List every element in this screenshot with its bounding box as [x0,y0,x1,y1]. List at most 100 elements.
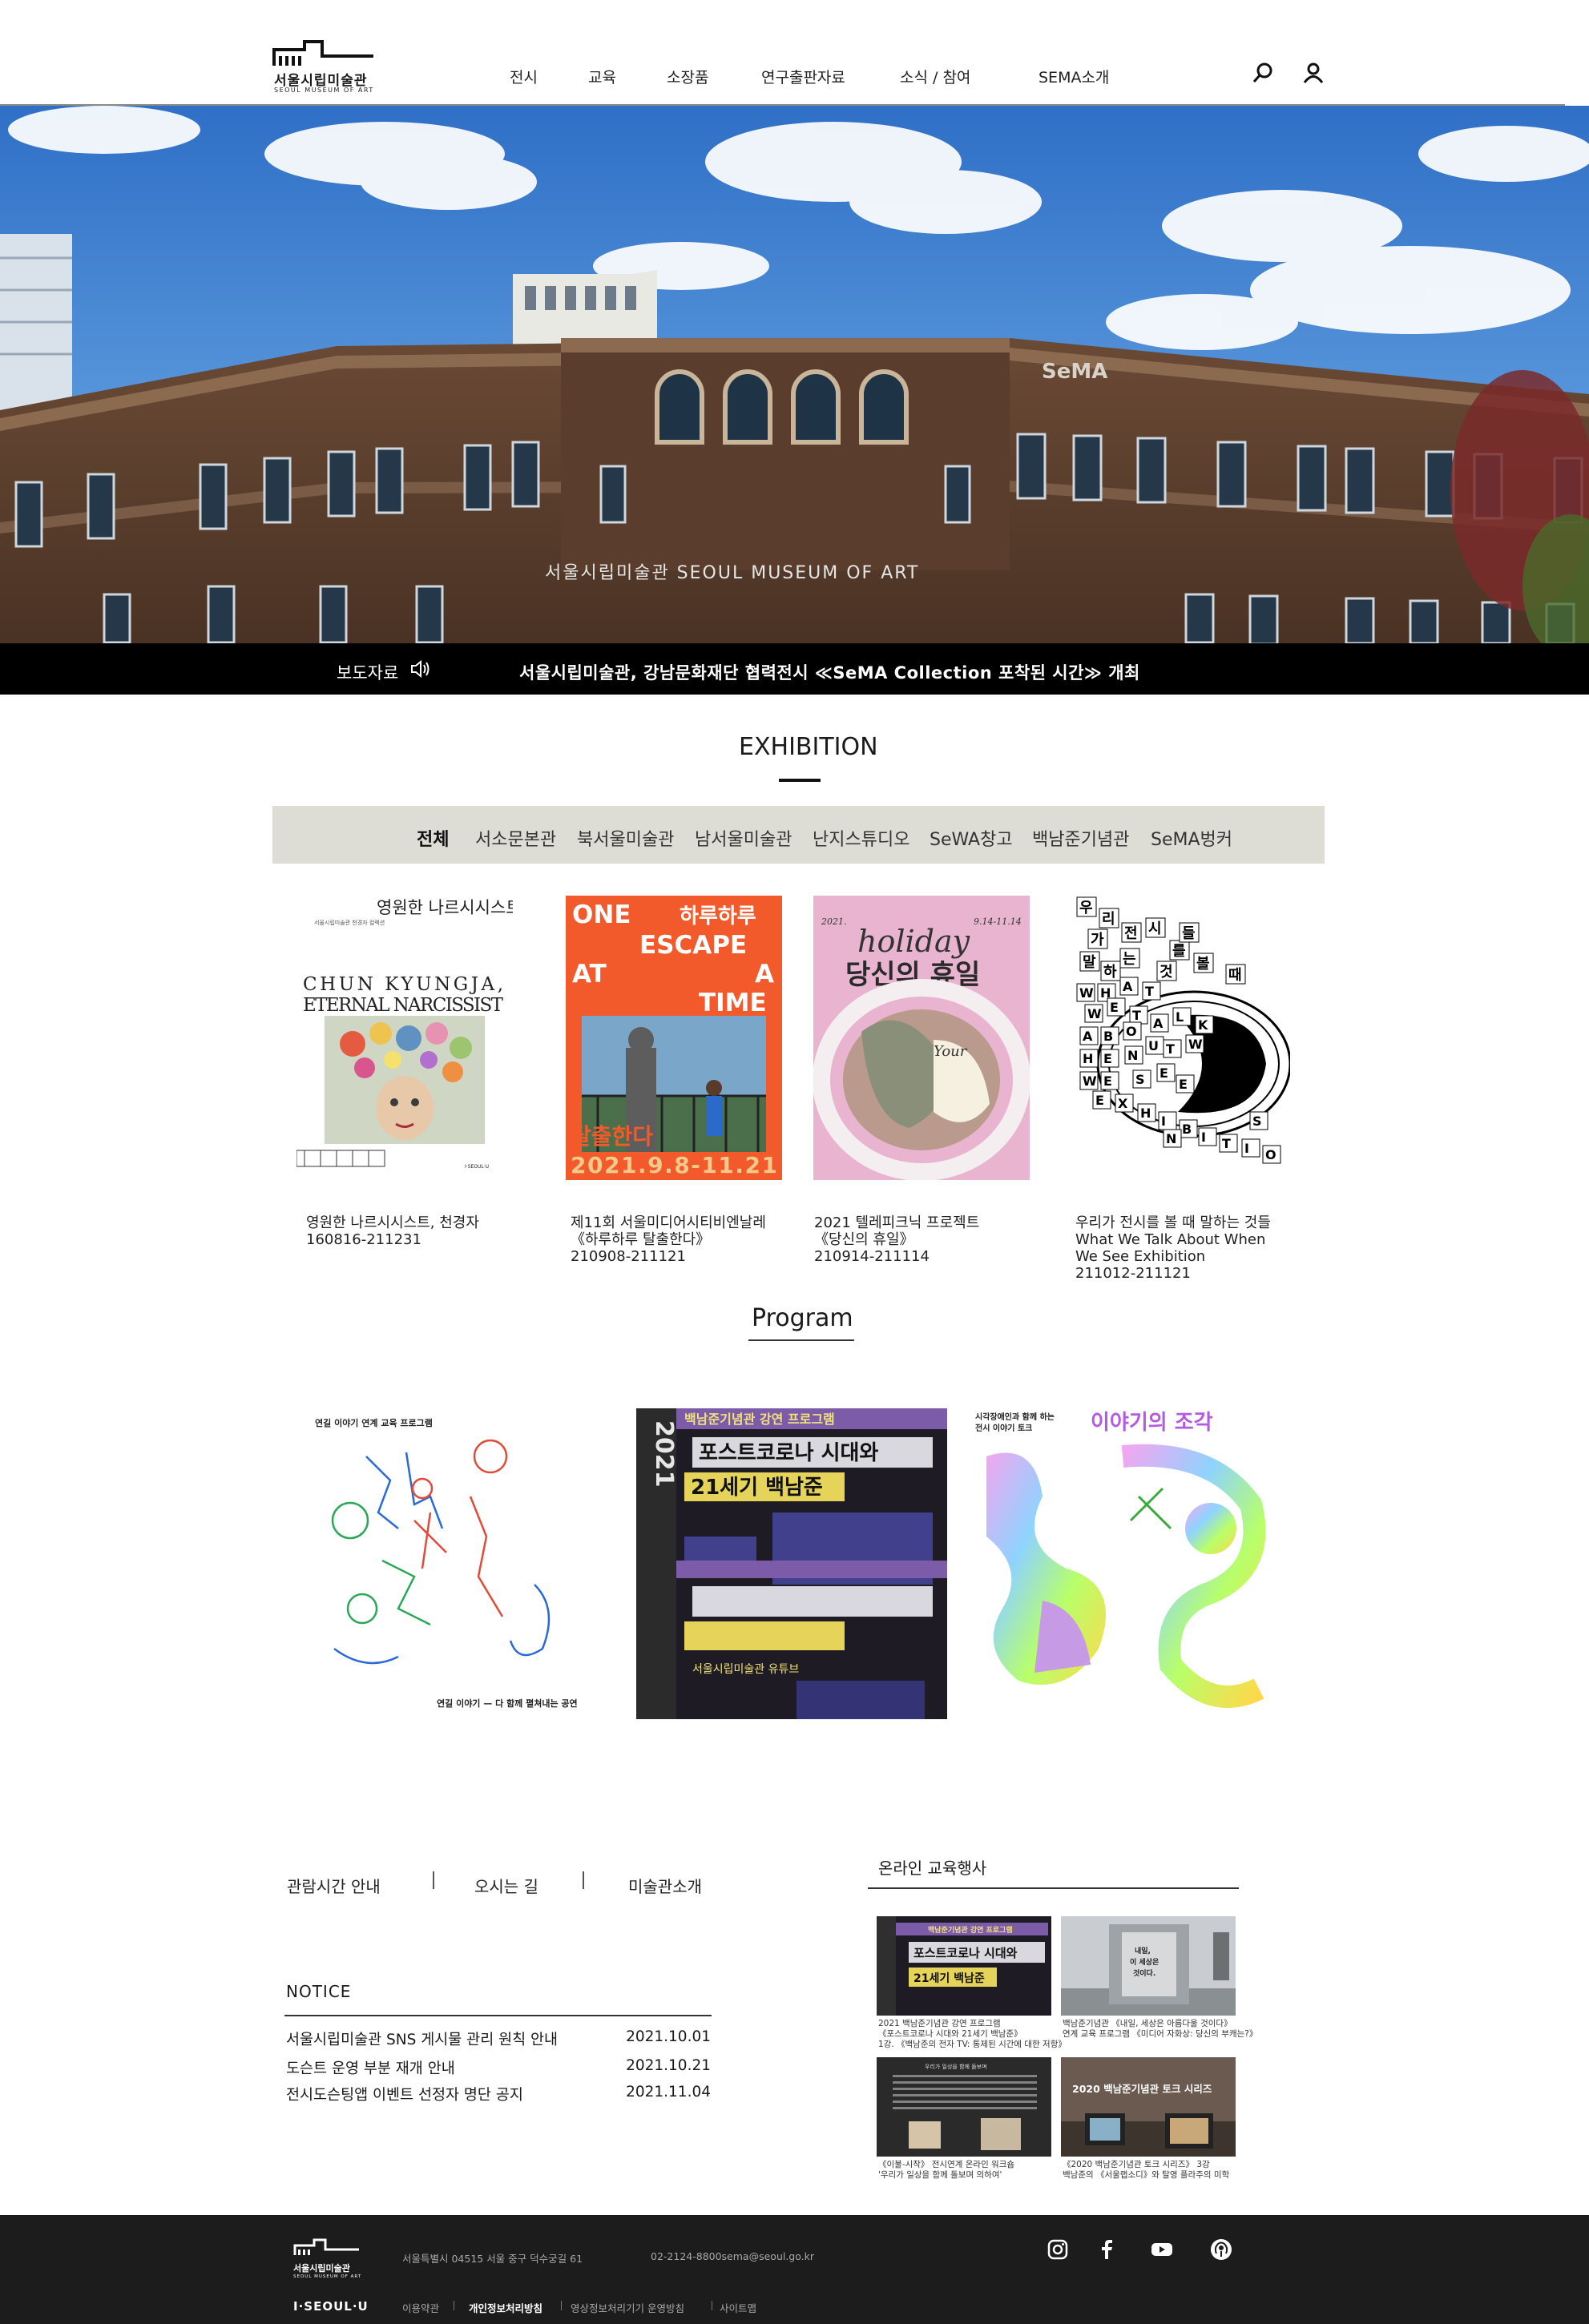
caption-line: 《당신의 휴일》 [814,1231,914,1248]
exhibition-caption-3[interactable]: 2021 텔레피크닉 프로젝트 《당신의 휴일》 210914-211114 [814,1214,979,1265]
notice-item-title: 전시도슨팅앱 이벤트 선정자 명단 공지 [286,2087,523,2104]
notice-item[interactable]: 도슨트 운영 부분 재개 안내 2021.10.21 [286,2057,711,2078]
online-event-caption-1[interactable]: 2021 백남준기념관 강연 프로그램 《포스트코로나 시대와 21세기 백남준… [878,2019,1067,2050]
tab-sewa[interactable]: SeWA창고 [930,825,1013,851]
press-headline[interactable]: 서울시립미술관, 강남문화재단 협력전시 ≪SeMA Collection 포착… [519,660,1140,684]
thumb-caption-line: 1강. 《백남준의 전자 TV: 통제된 시간에 대한 저항》 [878,2040,1067,2049]
exhibition-poster-what-we-talk[interactable]: 우리가전시를볼때말하는것들WHATWETALKABOUTWHENWESEEEXH… [1074,896,1290,1180]
poster-letter-ko: 우 [1079,900,1093,916]
nav-about[interactable]: SEMA소개 [1038,66,1109,87]
nav-research[interactable]: 연구출판자료 [761,66,845,87]
online-event-thumb-2[interactable]: 내일, 이 세상은 것이다. [1061,1916,1236,2016]
thumb-text: 21세기 백남준 [913,1972,985,1985]
youtube-icon[interactable] [1150,2237,1174,2262]
tab-all[interactable]: 전체 [417,825,449,851]
museum-intro-link[interactable]: 미술관소개 [628,1874,702,1897]
poster-letter-en: U [1148,1038,1159,1053]
poster-word-haruharu: 하루하루 [680,904,756,928]
tab-seosomun[interactable]: 서소문본관 [475,825,556,851]
poster-letter-ko: 를 [1172,943,1186,960]
poster-title-en-1: CHUN KYUNGJA, [303,974,503,995]
thumb-text: 것이다. [1133,1968,1155,1978]
nav-collection[interactable]: 소장품 [667,66,708,87]
program-card-yanji-story[interactable]: 연길 이야기 연계 교육 프로그램 연길 이야기 — 다 함께 펼쳐내는 공연 [302,1408,613,1719]
tab-bunker[interactable]: SeMA벙커 [1151,825,1232,851]
online-event-thumb-4[interactable]: 2020 백남준기념관 토크 시리즈 [1061,2057,1236,2157]
poster-letter-en: T [1166,1041,1175,1057]
program-card-sub: 서울시립미술관 유튜브 [692,1663,799,1676]
poster-letter-en: E [1103,1073,1112,1089]
poster-letter-ko: 때 [1228,967,1242,984]
program-card-top1: 시각장애인과 함께 하는 [975,1412,1055,1422]
poster-letter-en: A [1153,1016,1164,1031]
poster-letter-en: T [1132,1008,1141,1023]
tab-buk-seoul[interactable]: 북서울미술관 [577,825,674,851]
poster-letter-en: K [1198,1017,1208,1033]
exhibition-caption-2[interactable]: 제11회 서울미디어시티비엔날레 《하루하루 탈출한다》 210908-2111… [571,1214,766,1265]
exhibition-poster-one-escape[interactable]: ONE 하루하루 ESCAPE AT A TIME 탈출한다 2021.9.8-… [566,896,782,1180]
program-card-story-pieces[interactable]: 시각장애인과 함께 하는 전시 이야기 토크 이야기의 조각 [970,1408,1281,1719]
online-event-caption-2[interactable]: 백남준기념관 《내일, 세상은 아름다울 것이다》 연계 교육 프로그램 《미디… [1063,2019,1257,2040]
thumb-caption-line: 백남준기념관 《내일, 세상은 아름다울 것이다》 [1063,2019,1232,2028]
exhibition-caption-1[interactable]: 영원한 나르시시스트, 천경자 160816-211231 [306,1214,479,1248]
tab-paik[interactable]: 백남준기념관 [1032,825,1129,851]
poster-title-ko: 영원한 나르시시스트, 천경자 [377,898,513,917]
poster-word-one: ONE [572,900,631,929]
footer-link-privacy[interactable]: 개인정보처리방침 [469,2300,542,2315]
podcast-icon[interactable] [1209,2237,1233,2262]
footer-link-cctv[interactable]: 영상정보처리기기 운영방침 [571,2300,684,2315]
online-event-thumb-3[interactable]: 우리가 일상을 함께 돌보며 [877,2057,1051,2157]
visiting-hours-link[interactable]: 관람시간 안내 [287,1874,381,1897]
venue-tab-bar: 전체 서소문본관 북서울미술관 남서울미술관 난지스튜디오 SeWA창고 백남준… [272,806,1325,864]
caption-line: 210908-211121 [571,1248,686,1265]
facebook-icon[interactable] [1095,2237,1119,2262]
quick-link-separator [433,1871,434,1889]
poster-letter-en: T [1222,1136,1231,1151]
poster-letter-en: O [1126,1024,1137,1039]
thumb-caption-line: 《이불-시작》 전시연계 온라인 워크숍 [878,2160,1015,2169]
thumb-text: 우리가 일상을 함께 돌보며 [925,2063,987,2070]
iseoul-logo: I·SEOUL·U [293,2299,369,2314]
site-logo[interactable]: 서울시립미술관 SEOUL MUSEUM OF ART [272,35,377,95]
thumb-text: 이 세상은 [1130,1957,1159,1967]
notice-item-date: 2021.10.21 [626,2057,711,2074]
footer-logo[interactable]: 서울시립미술관 SEOUL MUSEUM OF ART [293,2236,361,2279]
poster-letter-en: A [1083,1029,1093,1044]
logo-english: SEOUL MUSEUM OF ART [274,87,374,94]
exhibition-poster-your-holiday[interactable]: 2021. 9.14-11.14 holiday 당신의 휴일 Your [813,896,1030,1180]
exhibition-poster-chun-kyungja[interactable]: 서울시립미술관 천경자 컬렉션 영원한 나르시시스트, 천경자 CHUN KYU… [296,896,513,1180]
notice-item[interactable]: 서울시립미술관 SNS 게시물 관리 원칙 안내 2021.10.01 [286,2028,711,2049]
footer-separator [561,2301,562,2310]
poster-letter-ko: 전 [1124,925,1138,942]
press-release-bar[interactable]: 보도자료 서울시립미술관, 강남문화재단 협력전시 ≪SeMA Collecti… [0,643,1589,695]
directions-link[interactable]: 오시는 길 [474,1874,538,1897]
caption-line: 210914-211114 [814,1248,930,1265]
nav-education[interactable]: 교육 [588,66,616,87]
poster-letter-en: I [1161,1114,1166,1129]
poster-letter-en: B [1103,1029,1113,1044]
poster-letter-en: L [1176,1009,1184,1025]
footer-link-terms[interactable]: 이용약관 [402,2300,439,2315]
caption-line: What We Talk About When [1075,1231,1266,1248]
poster-word-at: AT [572,960,607,989]
program-card-post-corona[interactable]: 2021 백남준기념관 강연 프로그램 포스트코로나 시대와 21세기 백남준 … [636,1408,947,1719]
footer-link-sitemap[interactable]: 사이트맵 [720,2300,756,2315]
online-event-thumb-1[interactable]: 백남준기념관 강연 프로그램 포스트코로나 시대와 21세기 백남준 [877,1916,1051,2016]
search-icon[interactable] [1252,61,1276,85]
poster-letter-en: W [1188,1037,1203,1052]
poster-letter-ko: 하 [1103,964,1117,981]
instagram-icon[interactable] [1046,2237,1070,2262]
poster-letter-ko: 는 [1123,951,1136,968]
poster-title-your: Your [934,1043,968,1060]
poster-letter-en: T [1145,984,1154,999]
user-icon[interactable] [1301,61,1325,85]
tab-nanji[interactable]: 난지스튜디오 [813,825,909,851]
online-events-divider [868,1887,1239,1889]
exhibition-caption-4[interactable]: 우리가 전시를 볼 때 말하는 것들 What We Talk About Wh… [1075,1214,1271,1282]
nav-exhibition[interactable]: 전시 [510,66,538,87]
nav-news[interactable]: 소식 / 참여 [900,66,970,87]
online-event-caption-4[interactable]: 《2020 백남준기념관 토크 시리즈》 3강 백남준의 《서울랩소디》와 탈영… [1063,2160,1229,2181]
tab-nam-seoul[interactable]: 남서울미술관 [695,825,792,851]
notice-item[interactable]: 전시도슨팅앱 이벤트 선정자 명단 공지 2021.11.04 [286,2084,711,2104]
online-event-caption-3[interactable]: 《이불-시작》 전시연계 온라인 워크숍 '우리가 일상을 함께 돌보며 의하여… [878,2160,1014,2181]
